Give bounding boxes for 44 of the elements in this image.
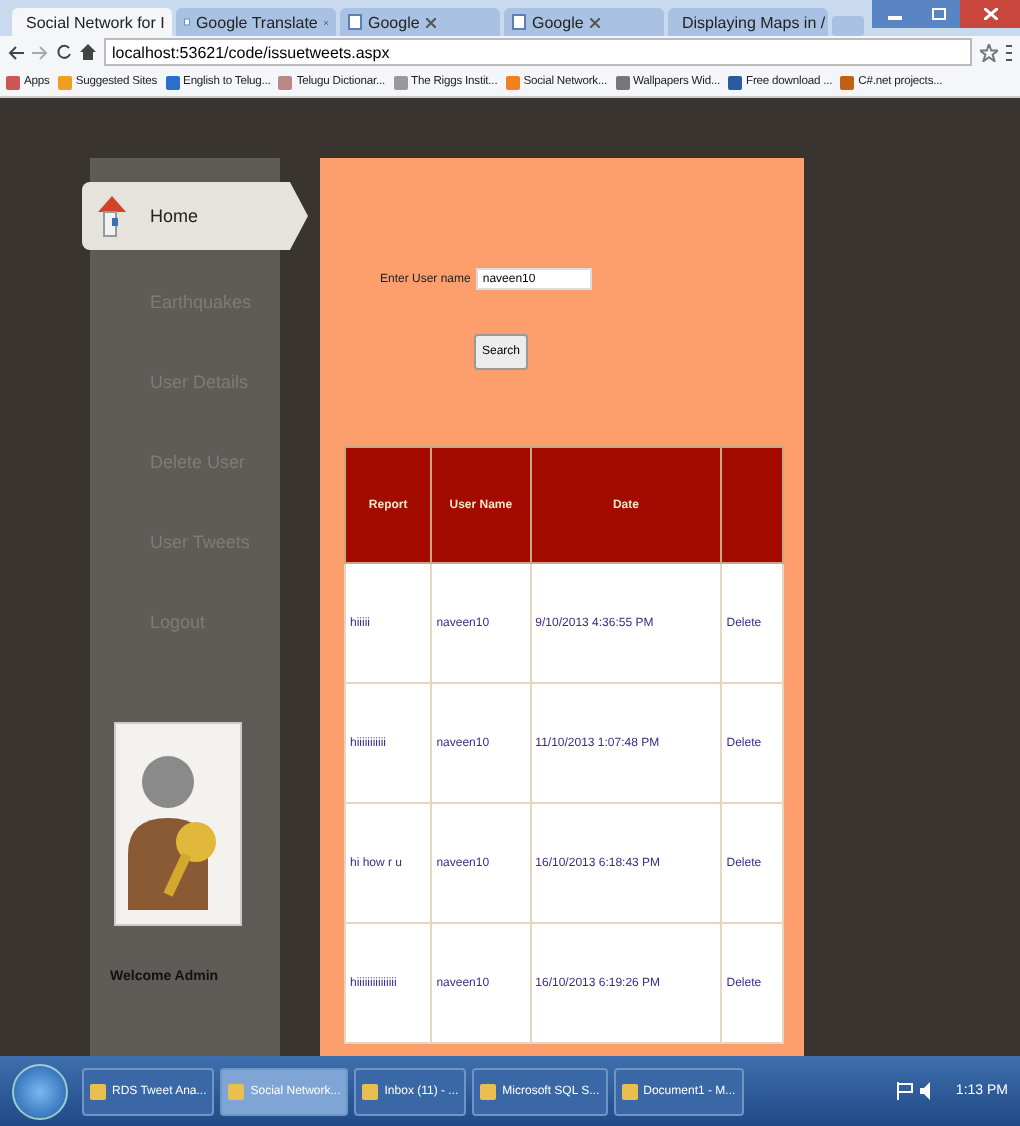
maximize-icon xyxy=(931,8,945,20)
minimize-button[interactable] xyxy=(872,0,916,28)
house-icon xyxy=(98,194,126,238)
bookmark-icon xyxy=(505,75,520,89)
tab-title: Google xyxy=(532,13,584,31)
page-icon xyxy=(348,14,362,30)
close-icon xyxy=(425,17,436,27)
flag-icon xyxy=(895,1082,914,1100)
forward-arrow-icon xyxy=(32,45,48,59)
tab-title: Google xyxy=(368,13,420,31)
back-arrow-icon xyxy=(8,45,24,59)
bookmark-icon xyxy=(57,75,72,89)
close-icon xyxy=(983,8,997,20)
browser-tab[interactable]: Google xyxy=(504,8,664,36)
app-icon xyxy=(362,1083,379,1099)
tab-title: Google Translate xyxy=(195,13,318,31)
star-icon xyxy=(980,43,998,61)
app-icon xyxy=(480,1083,497,1099)
bookmark-icon xyxy=(278,75,293,89)
tab-title: Social Network for I xyxy=(26,13,165,31)
page-icon xyxy=(184,14,190,30)
close-button[interactable] xyxy=(960,0,1020,28)
browser-tab[interactable]: Google xyxy=(340,8,500,36)
home-icon xyxy=(80,44,96,60)
bookmark-icon xyxy=(165,75,180,89)
bookmark-icon xyxy=(393,75,407,89)
bookmark-icon xyxy=(728,75,743,89)
bookmark-icon xyxy=(615,75,630,89)
app-icon xyxy=(621,1083,638,1099)
close-icon xyxy=(589,17,600,27)
tab-title: Displaying Maps in / xyxy=(682,13,826,31)
maximize-button[interactable] xyxy=(916,0,960,28)
start-button[interactable] xyxy=(12,1063,68,1119)
bookmark-icon xyxy=(6,75,20,89)
address-field[interactable]: localhost:53621/code/issuetweets.aspx xyxy=(104,38,972,66)
browser-tab[interactable]: Displaying Maps in / xyxy=(668,8,828,36)
browser-tab[interactable]: Google Translate xyxy=(176,8,336,36)
app-icon xyxy=(90,1083,106,1099)
page-icon xyxy=(512,14,526,30)
browser-tab[interactable]: Social Network for I xyxy=(12,8,172,36)
bookmark-icon xyxy=(840,75,855,89)
reload-icon xyxy=(56,44,72,60)
nav-item[interactable]: Home xyxy=(82,182,308,250)
app-icon xyxy=(228,1083,245,1099)
